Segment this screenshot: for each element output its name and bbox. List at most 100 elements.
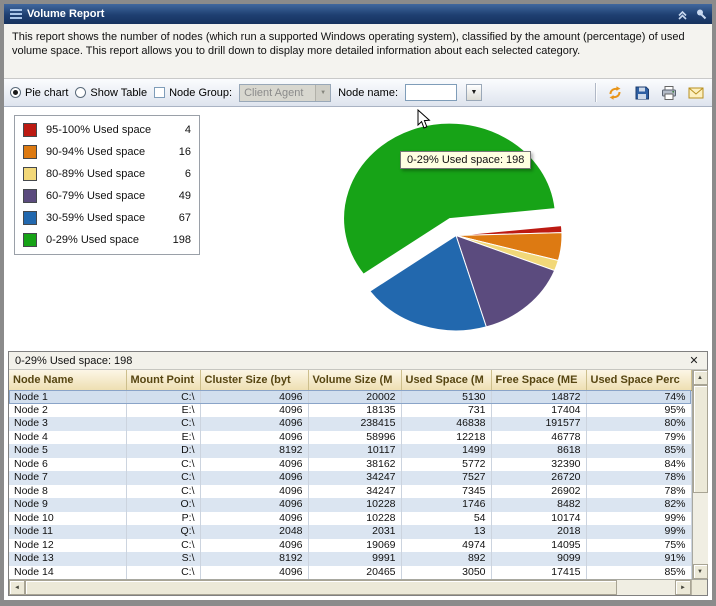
checkbox-node-group-box[interactable] [154, 87, 165, 98]
table-cell: 78% [586, 485, 691, 499]
table-cell: 9991 [308, 552, 401, 566]
legend-label: 0-29% Used space [46, 234, 165, 246]
legend-item[interactable]: 90-94% Used space16 [15, 141, 199, 163]
node-name-dropdown-button[interactable]: ▼ [466, 84, 482, 101]
table-cell: Node 11 [9, 525, 126, 539]
table-cell: 84% [586, 458, 691, 472]
pin-icon[interactable] [695, 8, 707, 20]
table-cell: C:\ [126, 539, 200, 553]
table-cell: 5130 [401, 390, 491, 404]
email-button[interactable] [686, 83, 706, 103]
table-cell: 10117 [308, 444, 401, 458]
node-group-select-value: Client Agent [244, 87, 303, 99]
refresh-icon [607, 85, 623, 101]
node-name-input[interactable] [405, 84, 457, 101]
legend-label: 80-89% Used space [46, 168, 165, 180]
table-cell: 9099 [491, 552, 586, 566]
legend-item[interactable]: 30-59% Used space67 [15, 207, 199, 229]
scroll-left-button[interactable]: ◄ [9, 580, 25, 595]
table-cell: 17404 [491, 404, 586, 418]
legend-swatch-icon [23, 189, 37, 203]
column-header[interactable]: Mount Point [126, 370, 200, 390]
table-cell: 4096 [200, 404, 308, 418]
scroll-up-button[interactable]: ▲ [693, 370, 708, 385]
horizontal-scrollbar-thumb[interactable] [25, 580, 617, 595]
print-icon [661, 85, 677, 101]
save-button[interactable] [632, 83, 652, 103]
legend-item[interactable]: 60-79% Used space49 [15, 185, 199, 207]
table-cell: 4974 [401, 539, 491, 553]
legend-value: 67 [165, 212, 191, 224]
table-cell: Node 12 [9, 539, 126, 553]
table-row[interactable]: Node 5D:\8192101171499861885% [9, 444, 691, 458]
chart-area: 95-100% Used space490-94% Used space1680… [4, 107, 712, 351]
legend-item[interactable]: 0-29% Used space198 [15, 229, 199, 251]
table-cell: 46778 [491, 431, 586, 445]
column-header[interactable]: Node Name [9, 370, 126, 390]
chart-tooltip: 0-29% Used space: 198 [400, 151, 531, 169]
table-cell: 75% [586, 539, 691, 553]
column-header[interactable]: Used Space Perc [586, 370, 691, 390]
table-row[interactable]: Node 7C:\40963424775272672078% [9, 471, 691, 485]
legend-item[interactable]: 95-100% Used space4 [15, 119, 199, 141]
table-row[interactable]: Node 12C:\40961906949741409575% [9, 539, 691, 553]
column-header[interactable]: Used Space (M [401, 370, 491, 390]
table-row[interactable]: Node 4E:\409658996122184677879% [9, 431, 691, 445]
legend-item[interactable]: 80-89% Used space6 [15, 163, 199, 185]
table-row[interactable]: Node 14C:\40962046530501741585% [9, 566, 691, 580]
table-row[interactable]: Node 1C:\40962000251301487274% [9, 390, 691, 404]
table-row[interactable]: Node 11Q:\2048203113201899% [9, 525, 691, 539]
table-cell: 3050 [401, 566, 491, 580]
table-row[interactable]: Node 3C:\40962384154683819157780% [9, 417, 691, 431]
table-cell: 82% [586, 498, 691, 512]
table-cell: Node 7 [9, 471, 126, 485]
table-cell: 19069 [308, 539, 401, 553]
table-cell: 80% [586, 417, 691, 431]
table-cell: 2048 [200, 525, 308, 539]
table-row[interactable]: Node 9O:\4096102281746848282% [9, 498, 691, 512]
table-cell: 85% [586, 444, 691, 458]
scroll-right-button[interactable]: ► [675, 580, 691, 595]
radio-show-table[interactable]: Show Table [75, 87, 147, 99]
table-cell: 14095 [491, 539, 586, 553]
table-cell: 58996 [308, 431, 401, 445]
table-cell: 892 [401, 552, 491, 566]
table-row[interactable]: Node 10P:\409610228541017499% [9, 512, 691, 526]
horizontal-scrollbar[interactable]: ◄ ► [9, 580, 691, 595]
collapse-icon[interactable] [677, 9, 688, 20]
table-cell: Node 8 [9, 485, 126, 499]
scroll-down-button[interactable]: ▼ [693, 564, 708, 579]
node-group-select: Client Agent ▼ [239, 84, 331, 102]
table-cell: 14872 [491, 390, 586, 404]
table-cell: 238415 [308, 417, 401, 431]
legend-swatch-icon [23, 123, 37, 137]
table-row[interactable]: Node 8C:\40963424773452690278% [9, 485, 691, 499]
table-cell: Node 10 [9, 512, 126, 526]
print-button[interactable] [659, 83, 679, 103]
legend-swatch-icon [23, 145, 37, 159]
table-row[interactable]: Node 2E:\4096181357311740495% [9, 404, 691, 418]
close-icon[interactable]: ✕ [687, 354, 701, 367]
table-cell: O:\ [126, 498, 200, 512]
checkbox-node-group[interactable]: Node Group: [154, 87, 232, 99]
table-cell: Node 13 [9, 552, 126, 566]
horizontal-scrollbar-track[interactable] [617, 580, 675, 595]
table-cell: 99% [586, 525, 691, 539]
radio-pie-chart-dot[interactable] [10, 87, 21, 98]
table-row[interactable]: Node 13S:\81929991892909991% [9, 552, 691, 566]
vertical-scrollbar-track[interactable] [693, 493, 708, 564]
column-header[interactable]: Volume Size (M [308, 370, 401, 390]
table-row[interactable]: Node 6C:\40963816257723239084% [9, 458, 691, 472]
radio-pie-chart[interactable]: Pie chart [10, 87, 68, 99]
column-header[interactable]: Cluster Size (byt [200, 370, 308, 390]
table-cell: 91% [586, 552, 691, 566]
table-cell: Node 3 [9, 417, 126, 431]
radio-show-table-dot[interactable] [75, 87, 86, 98]
vertical-scrollbar-thumb[interactable] [693, 385, 708, 493]
table-cell: 13 [401, 525, 491, 539]
drilldown-panel: 0-29% Used space: 198 ✕ Node NameMount P… [8, 351, 708, 596]
column-header[interactable]: Free Space (ME [491, 370, 586, 390]
vertical-scrollbar[interactable]: ▲ ▼ [692, 370, 708, 579]
refresh-button[interactable] [605, 83, 625, 103]
table-cell: 20465 [308, 566, 401, 580]
